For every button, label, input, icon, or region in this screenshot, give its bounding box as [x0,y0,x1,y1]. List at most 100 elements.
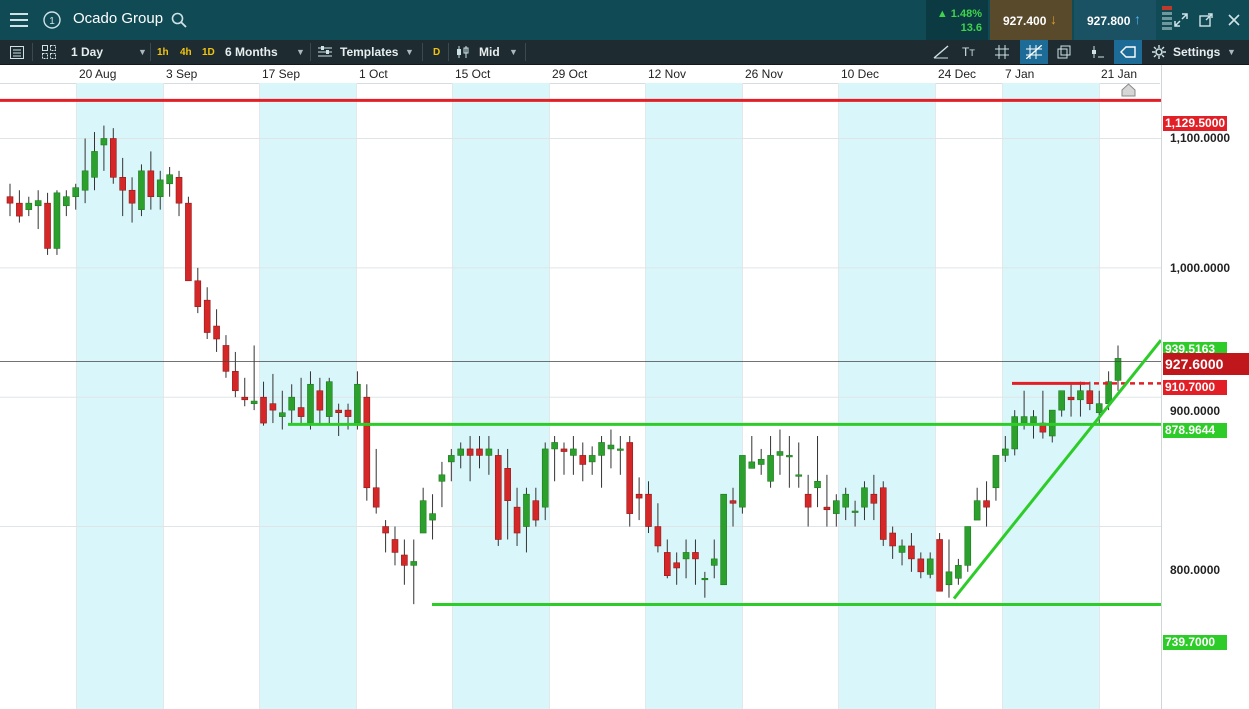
candle-body [992,455,1000,489]
candle-body [626,442,634,514]
candle-body [53,192,61,249]
timeframe-1h[interactable]: 1h [157,40,169,64]
chevron-down-icon[interactable]: ▼ [509,40,518,64]
date-label: 21 Jan [1101,67,1138,81]
candle-body [194,280,202,307]
instrument-title: Ocado Group [73,10,164,27]
candle-body [72,187,80,198]
layers-icon[interactable] [1057,40,1073,64]
candle-body [786,455,793,458]
candle-body [729,500,737,504]
candle-body [1067,396,1075,401]
d-badge[interactable]: D [433,40,440,64]
text-tool-icon[interactable]: TT [962,40,975,64]
candle-body [663,552,671,577]
date-label: 20 Aug [79,67,117,81]
info-circle-icon[interactable]: 1 [39,7,65,33]
candle-body [1095,403,1103,414]
candle-body [936,539,943,592]
price-type-label: Mid [479,45,500,59]
timeframe-1d[interactable]: 1D [202,40,215,64]
label-tag-icon[interactable] [1114,40,1142,64]
candle-body [645,493,652,527]
settings-button[interactable]: Settings [1173,40,1220,64]
price-axis-label: 900.0000 [1170,404,1221,418]
buy-button[interactable]: 927.800 ↑ [1074,0,1156,40]
chevron-down-icon[interactable]: ▼ [1227,40,1236,64]
candle-body [269,403,277,411]
candle-body [156,179,164,198]
candle-body [457,448,465,456]
buy-price: 927.800 [1087,14,1131,28]
price-axis-label: 1,000.0000 [1170,261,1231,275]
candle-body [448,455,455,463]
list-icon[interactable] [10,40,24,64]
red-level-price-tag[interactable]: 910.7000 [1163,380,1227,395]
home-marker-icon[interactable] [1121,83,1136,102]
candle-body [654,526,662,547]
crosshair-icon[interactable] [1020,40,1048,64]
period-band [838,83,935,709]
indicator-icon[interactable] [1090,40,1104,64]
candle-body [926,558,934,575]
search-icon[interactable] [166,7,192,33]
candle-body [720,493,727,586]
interval-label: 1 Day [71,45,104,59]
candle-body [833,500,840,514]
chart-toolbar: 1 Day ▼ 1h 4h 1D 6 Months ▼ Templates ▼ … [0,40,1249,65]
close-icon[interactable] [1221,7,1247,33]
chevron-down-icon[interactable]: ▼ [405,40,414,64]
interval-select[interactable]: 1 Day [71,40,103,64]
expand-icon[interactable] [1168,7,1194,33]
change-absolute: 13.6 [960,22,982,34]
candle-body [166,174,173,185]
templates-button[interactable]: Templates [340,40,398,64]
candle-body [391,539,399,553]
date-label: 26 Nov [745,67,784,81]
candle-body [973,500,981,521]
grid-icon[interactable] [995,40,1009,64]
popout-icon[interactable] [1193,7,1219,33]
price-chart[interactable] [0,83,1161,709]
chevron-down-icon[interactable]: ▼ [138,40,147,64]
date-axis: 20 Aug 3 Sep 17 Sep 1 Oct 15 Oct 29 Oct … [0,65,1160,84]
hamburger-icon[interactable] [6,7,32,33]
chevron-down-icon[interactable]: ▼ [296,40,305,64]
candle-body [598,442,605,456]
support-low-price-tag[interactable]: 739.7000 [1163,635,1227,650]
candle-body [955,565,962,579]
candle-body [776,451,784,456]
price-axis-label: 800.0000 [1170,563,1221,577]
layout-grid-icon[interactable] [42,40,56,64]
candle-body [410,561,418,566]
settings-label: Settings [1173,45,1221,59]
templates-label: Templates [340,45,399,59]
date-label: 1 Oct [359,67,388,81]
range-select[interactable]: 6 Months [225,40,278,64]
draw-line-icon[interactable] [933,40,949,64]
date-label: 3 Sep [166,67,198,81]
date-label: 10 Dec [841,67,880,81]
candle-body [983,500,990,508]
sell-button[interactable]: 927.400 ↓ [990,0,1072,40]
candlestick-icon[interactable] [456,40,470,64]
support-mid-price-tag[interactable]: 878.9644 [1163,423,1227,438]
candle-body [823,506,831,511]
candle-body [476,448,483,456]
candle-body [523,493,530,527]
templates-icon[interactable] [318,40,332,64]
candle-body [607,444,615,450]
date-label: 17 Sep [262,67,301,81]
price-type-select[interactable]: Mid [479,40,500,64]
down-arrow-icon: ↓ [1050,11,1057,27]
timeframe-4h[interactable]: 4h [180,40,192,64]
candle-body [138,170,145,210]
up-arrow-icon: ↑ [1134,11,1141,27]
resistance-price-tag[interactable]: 1,129.5000 [1163,116,1227,131]
candle-body [851,510,859,513]
candle-body [260,396,267,424]
gear-icon[interactable] [1152,40,1166,64]
date-label: 15 Oct [455,67,491,81]
sell-price: 927.400 [1003,14,1047,28]
candle-body [767,455,774,482]
